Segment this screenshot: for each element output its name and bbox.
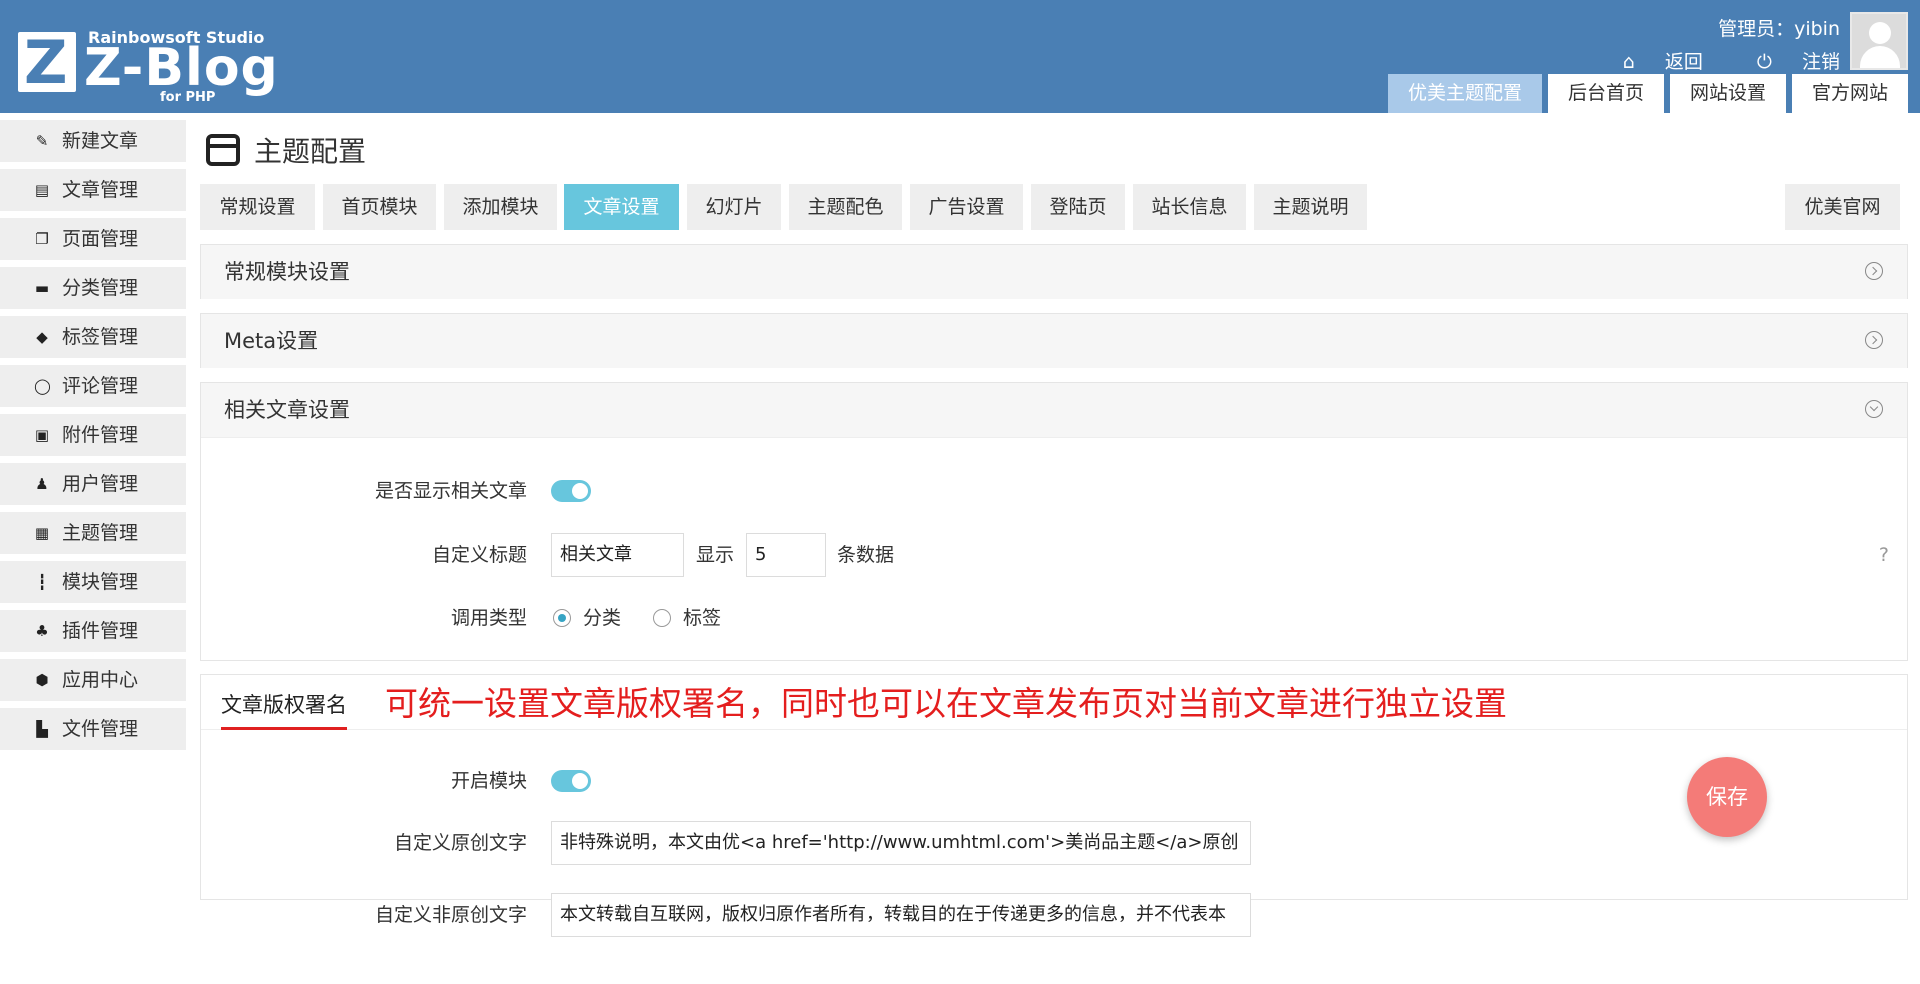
theme-icon: ▦ [34, 524, 50, 542]
logo-php-text: for PHP [160, 90, 216, 105]
show-related-toggle[interactable] [551, 480, 591, 502]
module-icon: ┇ [37, 573, 47, 591]
folder-icon: ▬ [34, 279, 50, 297]
edit-icon: ✎ [35, 132, 49, 150]
help-icon[interactable]: ? [1879, 533, 1889, 577]
avatar-head [1869, 22, 1891, 44]
row-custom-title: 自定义标题 相关文章 显示 5 条数据 ? [201, 533, 1907, 577]
top-header: Z Rainbowsoft Studio Z-Blog for PHP 管理员：… [0, 0, 1920, 113]
panel-header-general[interactable]: 常规模块设置 [201, 245, 1907, 299]
panel-header-related[interactable]: 相关文章设置 [201, 383, 1907, 438]
chevron-down-icon [1865, 400, 1883, 418]
tab-theme-colors[interactable]: 主题配色 [789, 184, 902, 230]
comment-icon: ◯ [34, 377, 51, 395]
panel-header-meta[interactable]: Meta设置 [201, 314, 1907, 368]
annotation-note: 可统一设置文章版权署名，同时也可以在文章发布页对当前文章进行独立设置 [385, 684, 1507, 723]
count-unit-label: 条数据 [837, 544, 895, 566]
custom-title-label: 自定义标题 [431, 544, 527, 566]
sidebar-item-attachments[interactable]: ▣ 附件管理 [0, 414, 186, 456]
config-tabs: 常规设置 首页模块 添加模块 文章设置 幻灯片 主题配色 广告设置 登陆页 站长… [200, 184, 1908, 230]
custom-title-input[interactable]: 相关文章 [551, 533, 684, 577]
avatar[interactable] [1850, 12, 1908, 70]
top-tab-theme-config[interactable]: 优美主题配置 [1387, 74, 1542, 113]
panel-meta: Meta设置 [200, 313, 1908, 368]
original-text-input[interactable]: 非特殊说明，本文由优<a href='http://www.umhtml.com… [551, 821, 1251, 865]
call-type-label: 调用类型 [450, 607, 527, 629]
home-icon: ⌂ [1622, 51, 1635, 73]
tab-copyright-signature[interactable]: 文章版权署名 [221, 689, 347, 730]
copyright-tabbar: 文章版权署名 可统一设置文章版权署名，同时也可以在文章发布页对当前文章进行独立设… [201, 675, 1907, 730]
original-text-label: 自定义原创文字 [393, 832, 527, 854]
top-tab-site-settings[interactable]: 网站设置 [1669, 74, 1786, 113]
top-nav-tabs: 优美主题配置 后台首页 网站设置 官方网站 [1387, 74, 1908, 113]
row-show-related: 是否显示相关文章 [201, 469, 1907, 513]
sidebar-item-files[interactable]: ▙ 文件管理 [0, 708, 186, 750]
radio-tag[interactable] [653, 609, 671, 627]
power-icon: ⏻ [1756, 51, 1772, 73]
tab-login-page[interactable]: 登陆页 [1031, 184, 1125, 230]
chevron-right-icon [1865, 262, 1883, 280]
tab-slideshow[interactable]: 幻灯片 [687, 184, 781, 230]
enable-module-label: 开启模块 [450, 770, 527, 792]
sidebar-item-pages[interactable]: ❐ 页面管理 [0, 218, 186, 260]
sidebar-item-new-article[interactable]: ✎ 新建文章 [0, 120, 186, 162]
tab-official-site[interactable]: 优美官网 [1785, 184, 1900, 230]
chevron-right-icon [1865, 331, 1883, 349]
logout-link[interactable]: ⏻ 注销 [1733, 51, 1840, 73]
tab-webmaster-info[interactable]: 站长信息 [1133, 184, 1246, 230]
logo-product-name: Z-Blog [84, 38, 279, 98]
radio-category[interactable] [553, 609, 571, 627]
show-related-label: 是否显示相关文章 [374, 480, 527, 502]
sidebar: ✎ 新建文章 ▤ 文章管理 ❐ 页面管理 ▬ 分类管理 ◆ 标签管理 ◯ 评论管理 ▣ 附件管… [0, 120, 186, 757]
sidebar-item-comments[interactable]: ◯ 评论管理 [0, 365, 186, 407]
sidebar-item-themes[interactable]: ▦ 主题管理 [0, 512, 186, 554]
tab-add-module[interactable]: 添加模块 [444, 184, 557, 230]
user-icon: ♟ [35, 475, 49, 493]
user-area: 管理员：yibin ⌂ 返回 ⏻ 注销 [1575, 14, 1840, 74]
sidebar-item-users[interactable]: ♟ 用户管理 [0, 463, 186, 505]
avatar-body [1860, 46, 1900, 68]
panel-general-modules: 常规模块设置 [200, 244, 1908, 299]
sidebar-item-app-center[interactable]: ⬢ 应用中心 [0, 659, 186, 701]
radio-category-label: 分类 [583, 607, 622, 629]
tab-article-settings[interactable]: 文章设置 [564, 184, 679, 230]
admin-username: 管理员：yibin [1718, 18, 1840, 40]
save-button[interactable]: 保存 [1687, 757, 1767, 837]
top-tab-official-site[interactable]: 官方网站 [1791, 74, 1908, 113]
sidebar-item-categories[interactable]: ▬ 分类管理 [0, 267, 186, 309]
radio-tag-label: 标签 [683, 607, 722, 629]
tab-general[interactable]: 常规设置 [200, 184, 315, 230]
window-icon [206, 134, 240, 166]
panel-copyright: 文章版权署名 可统一设置文章版权署名，同时也可以在文章发布页对当前文章进行独立设… [200, 674, 1908, 937]
tab-home-modules[interactable]: 首页模块 [323, 184, 436, 230]
box-icon: ⬢ [35, 671, 49, 689]
tab-theme-docs[interactable]: 主题说明 [1254, 184, 1367, 230]
pages-icon: ❐ [35, 230, 49, 248]
sidebar-item-tags[interactable]: ◆ 标签管理 [0, 316, 186, 358]
row-nonoriginal-text: 自定义非原创文字 本文转载自互联网，版权归原作者所有，转载目的在于传递更多的信息… [201, 893, 1907, 937]
logo-mark: Z [18, 30, 76, 96]
page-title: 主题配置 [206, 132, 366, 172]
show-count-label: 显示 [696, 544, 735, 566]
top-tab-dashboard[interactable]: 后台首页 [1547, 74, 1664, 113]
sidebar-item-modules[interactable]: ┇ 模块管理 [0, 561, 186, 603]
row-enable-module: 开启模块 [201, 759, 1907, 803]
file-icon: ▙ [36, 720, 48, 738]
count-input[interactable]: 5 [746, 533, 826, 577]
sidebar-item-plugins[interactable]: ♣ 插件管理 [0, 610, 186, 652]
plug-icon: ♣ [35, 622, 49, 640]
row-original-text: 自定义原创文字 非特殊说明，本文由优<a href='http://www.um… [201, 821, 1907, 865]
panel-related-articles: 相关文章设置 是否显示相关文章 自定义标题 相关文章 显示 5 条数据 ? 调用… [200, 382, 1908, 661]
sidebar-item-articles[interactable]: ▤ 文章管理 [0, 169, 186, 211]
tag-icon: ◆ [36, 328, 48, 346]
inbox-icon: ▣ [34, 426, 50, 444]
tab-ad-settings[interactable]: 广告设置 [910, 184, 1023, 230]
back-link[interactable]: ⌂ 返回 [1599, 51, 1703, 73]
row-call-type: 调用类型 分类 标签 [201, 596, 1907, 640]
enable-module-toggle[interactable] [551, 770, 591, 792]
document-icon: ▤ [34, 181, 50, 199]
nonoriginal-text-label: 自定义非原创文字 [374, 904, 527, 926]
nonoriginal-text-input[interactable]: 本文转载自互联网，版权归原作者所有，转载目的在于传递更多的信息，并不代表本 [551, 893, 1251, 937]
